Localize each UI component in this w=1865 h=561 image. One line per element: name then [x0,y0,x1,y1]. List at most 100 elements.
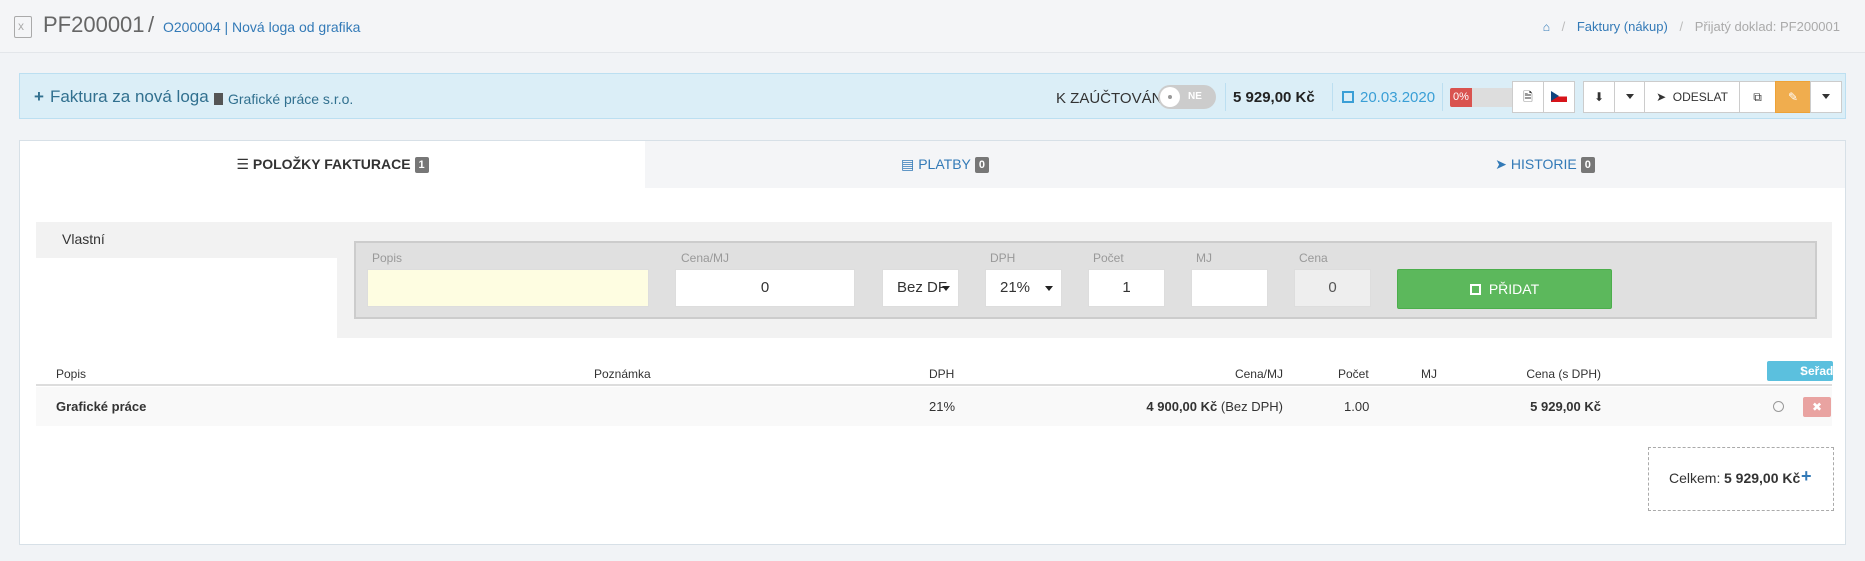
breadcrumb: ⌂ / Faktury (nákup) / Přijatý doklad: PF… [1543,19,1840,34]
czech-flag-icon [1551,91,1567,102]
breadcrumb-invoices-link[interactable]: Faktury (nákup) [1577,19,1668,34]
page-title: PF200001 [43,12,145,37]
vat-label: DPH [990,251,1016,265]
tab-bar: ☰ POLOŽKY FAKTURACE 1 ▤ PLATBY 0 ➤ HISTORIE 0 [20,141,1845,188]
language-button[interactable] [1543,81,1575,113]
price-label: Cena [1299,251,1328,265]
send-label: ODESLAT [1672,90,1728,104]
tab-label: PLATBY [918,156,971,172]
quantity-input[interactable]: 1 [1088,269,1165,307]
invoice-panel: ☰ POLOŽKY FAKTURACE 1 ▤ PLATBY 0 ➤ HISTORIE 0 … [19,140,1846,545]
column-vat: DPH [929,367,955,381]
column-unit-price: Cena/MJ [1234,367,1283,381]
tab-count-badge: 1 [414,157,429,173]
add-item-form: Popis Cena/MJ 0 Bez DF DPH 21% Počet 1 M… [354,241,1817,319]
tab-history[interactable]: ➤ HISTORIE 0 [1245,141,1845,188]
tax-mode-select[interactable]: Bez DF [882,269,959,307]
copy-button[interactable]: ⧉ [1739,81,1776,113]
more-dropdown-button[interactable] [1810,81,1842,113]
invoice-info-bar: + Faktura za nová loga Grafické práce s.r… [19,73,1846,119]
send-button[interactable]: ➤ ODESLAT [1644,81,1740,113]
divider [1332,83,1333,111]
delete-item-button[interactable]: ✖ [1803,397,1831,417]
supplier-link[interactable]: Grafické práce s.r.o. [214,91,353,107]
unit-price-input[interactable]: 0 [675,269,855,307]
vat-value: 21% [1000,279,1031,296]
quantity-label: Počet [1093,251,1124,265]
description-input[interactable] [367,269,649,307]
download-button[interactable]: ⬇ [1583,81,1615,113]
invoice-date-text: 20.03.2020 [1360,89,1436,106]
column-quantity: Počet [1338,367,1369,381]
file-icon: 🗎 [1523,90,1533,104]
tab-invoice-items[interactable]: ☰ POLOŽKY FAKTURACE 1 [20,141,645,188]
item-description: Grafické práce [56,399,147,414]
pencil-icon: ✎ [1787,90,1799,104]
description-label: Popis [372,251,403,265]
column-description: Popis [56,367,87,381]
items-table-header: Popis Poznámka DPH Cena/MJ Počet MJ Cena… [36,361,1841,386]
item-quantity: 1.00 [1344,399,1370,414]
item-unit-price: 4 900,00 Kč [1146,399,1218,414]
divider [1442,83,1443,111]
invoice-title-text: Faktura za nová loga [49,87,209,106]
money-icon: ▤ [900,156,915,172]
payment-progress-fill: 0% [1450,88,1472,107]
unit-input[interactable] [1191,269,1268,307]
breadcrumb-separator: / [1679,19,1684,34]
total-value: 5 929,00 Kč [1724,470,1801,486]
tab-label: HISTORIE [1510,156,1577,172]
invoice-title: + Faktura za nová loga [34,87,209,107]
add-item-button[interactable]: PŘIDAT [1397,269,1612,309]
tax-mode-value: Bez DF [897,279,948,296]
custom-item-tab[interactable]: Vlastní [36,222,337,258]
custom-item-label: Vlastní [62,231,105,247]
paper-plane-icon: ➤ [1495,156,1507,172]
posting-toggle[interactable]: NE [1158,85,1216,109]
clock-icon[interactable] [1773,401,1784,412]
page-header: PF200001 / O200004 | Nová loga od grafik… [0,0,1865,53]
unit-price-label: Cena/MJ [681,251,730,265]
tab-payments[interactable]: ▤ PLATBY 0 [645,141,1245,188]
chevron-down-icon [1045,286,1053,291]
sort-button[interactable]: ↕ Seřadit [1767,361,1841,381]
chevron-down-icon [1625,94,1634,99]
column-note: Poznámka [594,367,651,381]
order-link[interactable]: O200004 | Nová loga od grafika [163,19,360,35]
total-label: Celkem: [1669,470,1721,486]
list-icon: ☰ [236,156,249,172]
column-unit: MJ [1421,367,1437,381]
copy-icon: ⧉ [1753,90,1762,104]
price-readonly-field: 0 [1294,269,1371,307]
save-icon [1469,284,1481,295]
tab-label: POLOŽKY FAKTURACE [252,156,411,172]
tab-spacer [36,258,337,338]
breadcrumb-separator: / [1561,19,1566,34]
sort-label: Seřadit [1800,364,1841,378]
supplier-name[interactable]: Grafické práce s.r.o. [228,91,353,107]
vat-select[interactable]: 21% [985,269,1062,307]
chevron-down-icon [942,286,950,291]
paper-plane-icon: ➤ [1656,90,1667,104]
divider [1225,83,1226,111]
unit-label: MJ [1196,251,1212,265]
table-row: Grafické práce 21% 4 900,00 Kč (Bez DPH)… [36,387,1832,426]
invoice-date: 20.03.2020 [1342,89,1435,106]
tab-count-badge: 0 [974,157,989,173]
edit-button[interactable]: ✎ [1775,81,1811,113]
calendar-icon [1342,91,1354,103]
add-item-label: PŘIDAT [1488,281,1540,297]
tab-count-badge: 0 [1580,157,1595,173]
home-icon[interactable]: ⌂ [1543,20,1550,34]
item-total-price: 5 929,00 Kč [1530,399,1601,414]
download-dropdown-button[interactable] [1614,81,1645,113]
item-unit-price-cell: 4 900,00 Kč (Bez DPH) [1146,399,1283,414]
item-vat: 21% [929,399,956,414]
add-total-button[interactable]: + [1801,466,1812,487]
title-separator: / [148,12,155,37]
building-icon [214,93,223,105]
invoice-amount: 5 929,00 Kč [1233,89,1315,106]
plus-icon: + [34,87,44,106]
chevron-down-icon [1822,94,1830,99]
pdf-button[interactable]: 🗎 [1512,81,1544,113]
